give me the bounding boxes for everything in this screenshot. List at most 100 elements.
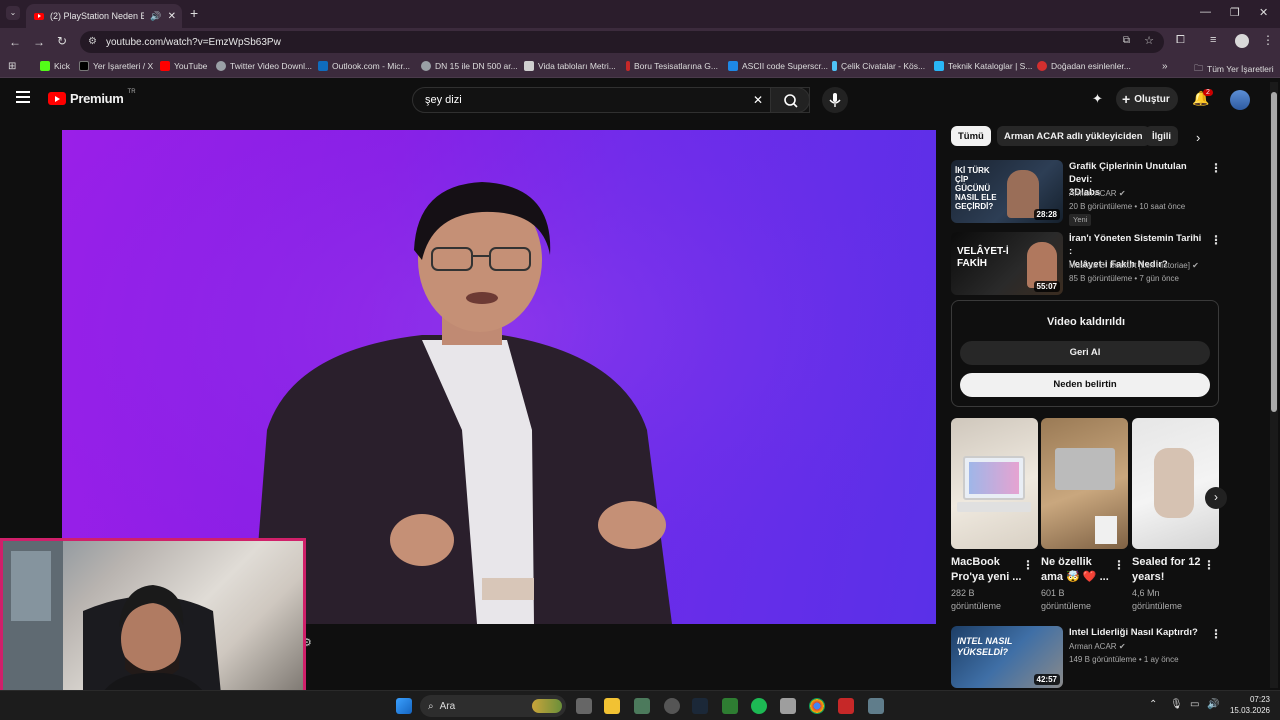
forward-icon[interactable]: → xyxy=(33,35,45,49)
tray-overflow-icon[interactable]: ⌃ xyxy=(1149,699,1157,710)
bookmark-site-icon xyxy=(728,61,738,71)
bookmark-vida[interactable]: Vida tabloları Metri... xyxy=(524,61,616,71)
steam-icon[interactable] xyxy=(692,698,708,714)
voice-search-button[interactable] xyxy=(822,87,848,113)
reload-icon[interactable]: ↻ xyxy=(57,34,67,48)
short-more-icon[interactable]: ⋮ xyxy=(1203,558,1215,572)
youtube-logo[interactable]: Premium TR xyxy=(48,89,136,106)
tab-search-button[interactable]: ⌄ xyxy=(6,6,20,20)
short-title-line: MacBook xyxy=(951,556,1000,568)
bookmark-star-icon[interactable]: ☆ xyxy=(1144,34,1154,47)
short-thumbnail[interactable] xyxy=(1041,418,1128,549)
app-icon[interactable] xyxy=(634,698,650,714)
new-badge: Yeni xyxy=(1069,214,1092,226)
bookmark-celik[interactable]: Çelik Civatalar - Kös... xyxy=(832,61,925,71)
short-title-line: Sealed for 12 xyxy=(1132,556,1201,568)
speaker-icon[interactable]: 🔊 xyxy=(150,11,161,22)
bookmark-dogadan[interactable]: Doğadan esinlenler... xyxy=(1037,61,1131,71)
app-icon[interactable] xyxy=(780,698,796,714)
chip-all[interactable]: Tümü xyxy=(951,126,991,146)
short-thumbnail[interactable] xyxy=(1132,418,1219,549)
media-control-icon[interactable]: ≡ xyxy=(1210,34,1216,46)
spotify-icon[interactable] xyxy=(751,698,767,714)
short-more-icon[interactable]: ⋮ xyxy=(1113,558,1125,572)
mic-tray-icon[interactable]: 🎙 xyxy=(1170,699,1183,710)
address-bar[interactable]: ⚙ youtube.com/watch?v=EmzWpSb63Pw ⧉ ☆ xyxy=(80,31,1164,53)
chip-related[interactable]: İlgili xyxy=(1145,126,1178,146)
create-button[interactable]: + Oluştur xyxy=(1116,87,1178,111)
site-info-icon[interactable]: ⚙ xyxy=(88,36,97,47)
bookmark-ascii[interactable]: ASCII code Superscr... xyxy=(728,61,828,71)
video-title[interactable]: Intel Liderliği Nasıl Kaptırdı? xyxy=(1069,626,1205,639)
minimize-button[interactable]: — xyxy=(1200,6,1211,18)
profile-avatar[interactable] xyxy=(1235,34,1249,48)
bookmark-boru[interactable]: Boru Tesisatlarına G... xyxy=(626,61,718,71)
maximize-button[interactable]: ❐ xyxy=(1230,6,1240,19)
app-icon[interactable] xyxy=(722,698,738,714)
task-view-icon[interactable] xyxy=(576,698,592,714)
calculator-icon[interactable] xyxy=(868,698,884,714)
video-channel[interactable]: Arman ACAR ✔ xyxy=(1069,188,1126,200)
short-title[interactable]: MacBook Pro'ya yeni ... xyxy=(951,555,1021,585)
thumbnail-card xyxy=(1095,516,1117,544)
install-app-icon[interactable]: ⧉ xyxy=(1123,35,1130,46)
app-icon[interactable] xyxy=(838,698,854,714)
short-title[interactable]: Sealed for 12 years! xyxy=(1132,555,1200,585)
close-window-button[interactable]: ✕ xyxy=(1259,6,1268,19)
all-bookmarks-folder[interactable]: 🗀 Tüm Yer İşaretleri xyxy=(1194,61,1274,77)
bookmark-kick[interactable]: Kick xyxy=(40,61,70,71)
clock[interactable]: 07:23 15.03.2026 xyxy=(1226,694,1270,716)
github-icon[interactable] xyxy=(664,698,680,714)
chrome-menu-icon[interactable]: ⋮ xyxy=(1262,33,1274,47)
short-title[interactable]: Ne özellik ama 🤯 ❤️ ... xyxy=(1041,555,1109,585)
video-channel[interactable]: Arman ACAR ✔ xyxy=(1069,641,1126,653)
kick-icon xyxy=(40,61,50,71)
new-tab-button[interactable]: + xyxy=(190,5,198,21)
bookmark-twitter-downloader[interactable]: Twitter Video Downl... xyxy=(216,61,312,71)
bookmark-outlook[interactable]: Outlook.com - Micr... xyxy=(318,61,410,71)
search-input[interactable]: şey dizi ✕ xyxy=(412,87,810,113)
account-avatar[interactable] xyxy=(1230,90,1250,110)
clear-search-icon[interactable]: ✕ xyxy=(753,93,763,107)
shorts-next-icon[interactable]: › xyxy=(1205,487,1227,509)
apps-grid-icon[interactable]: ⊞ xyxy=(8,61,16,72)
sparkle-icon[interactable]: ✦ xyxy=(1092,91,1103,107)
extensions-icon[interactable]: ⧠ xyxy=(1176,34,1185,47)
short-more-icon[interactable]: ⋮ xyxy=(1022,558,1034,572)
more-bookmarks-icon[interactable]: » xyxy=(1162,61,1168,72)
youtube-header: Premium TR şey dizi ✕ ✦ + Oluştur 🔔 2 xyxy=(0,79,1268,121)
bookmark-label: DN 15 ile DN 500 ar... xyxy=(435,61,518,71)
short-views: 282 B görüntüleme xyxy=(951,587,1001,613)
chips-next-icon[interactable]: › xyxy=(1196,130,1200,145)
back-icon[interactable]: ← xyxy=(9,35,21,49)
tab-close-icon[interactable]: ✕ xyxy=(168,11,182,22)
bookmark-x[interactable]: Yer İşaretleri / X xyxy=(79,61,153,71)
search-button[interactable] xyxy=(770,87,810,113)
tab-active[interactable]: (2) PlayStation Neden Bu K... 🔊 ✕ xyxy=(26,4,182,28)
video-thumbnail[interactable]: İKİ TÜRK ÇİP GÜCÜNÜ NASIL ELE GEÇİRDİ? 2… xyxy=(951,160,1063,223)
short-thumbnail[interactable] xyxy=(951,418,1038,549)
explain-button[interactable]: Neden belirtin xyxy=(960,373,1210,397)
bookmark-site-icon xyxy=(1037,61,1047,71)
taskbar-search[interactable]: ⌕ Ara xyxy=(420,695,566,717)
bookmark-youtube[interactable]: YouTube xyxy=(160,61,207,71)
video-thumbnail[interactable]: INTEL NASIL YÜKSELDİ? 42:57 xyxy=(951,626,1063,688)
chip-from-uploader[interactable]: Arman ACAR adlı yükleyiciden xyxy=(997,126,1150,146)
video-more-icon[interactable]: ⋮ xyxy=(1210,233,1222,247)
scrollbar-thumb[interactable] xyxy=(1271,92,1277,412)
bookmark-label: Yer İşaretleri / X xyxy=(93,61,154,71)
video-thumbnail[interactable]: VELÂYET-İ FAKİH 55:07 xyxy=(951,232,1063,295)
file-explorer-icon[interactable] xyxy=(604,698,620,714)
page-scrollbar[interactable] xyxy=(1270,82,1278,688)
video-more-icon[interactable]: ⋮ xyxy=(1210,627,1222,641)
chrome-icon[interactable] xyxy=(809,698,825,714)
video-more-icon[interactable]: ⋮ xyxy=(1210,161,1222,175)
bookmark-teknik[interactable]: Teknik Kataloglar | S... xyxy=(934,61,1032,71)
undo-button[interactable]: Geri Al xyxy=(960,341,1210,365)
windows-start-icon[interactable] xyxy=(396,698,412,714)
video-channel[interactable]: Mustafa B. Bozkurt [Lex Historiae] ✔ xyxy=(1069,260,1199,272)
bookmark-dn[interactable]: DN 15 ile DN 500 ar... xyxy=(421,61,518,71)
network-icon[interactable]: ▭ xyxy=(1190,699,1199,710)
hamburger-menu-icon[interactable] xyxy=(16,91,30,103)
volume-icon[interactable]: 🔊 xyxy=(1207,699,1219,710)
